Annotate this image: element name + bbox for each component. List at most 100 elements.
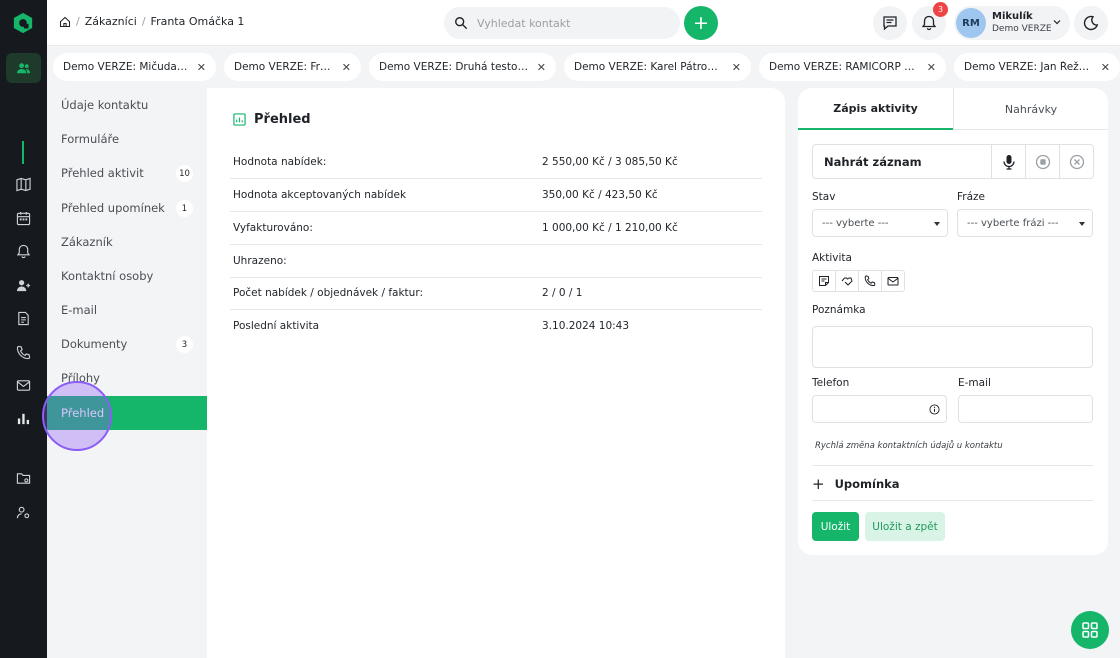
- breadcrumb-current: Franta Omáčka 1: [150, 15, 245, 28]
- menu-item-documents[interactable]: Dokumenty 3: [47, 327, 207, 361]
- menu-item-overview[interactable]: Přehled: [47, 396, 207, 430]
- add-button[interactable]: +: [684, 6, 718, 40]
- close-icon[interactable]: ✕: [334, 61, 351, 74]
- rail-stats-button[interactable]: [6, 403, 41, 433]
- user-name: Mikulík: [992, 11, 1033, 22]
- email-activity-button[interactable]: [881, 270, 905, 292]
- contact-tab[interactable]: Demo VERZE: Jan Řežábek ✕: [954, 53, 1120, 81]
- rail-user-settings-button[interactable]: [6, 497, 41, 527]
- plus-icon: +: [693, 12, 709, 34]
- plus-icon: +: [812, 475, 825, 493]
- stop-icon: [1035, 154, 1050, 169]
- note-textarea[interactable]: [812, 326, 1093, 368]
- messages-button[interactable]: [873, 6, 907, 40]
- user-org: Demo VERZE: [992, 24, 1052, 34]
- note-icon: [819, 276, 829, 286]
- cancel-record-button[interactable]: [1059, 145, 1093, 178]
- rail-folders-button[interactable]: [6, 463, 41, 493]
- rail-reminders-button[interactable]: [6, 236, 41, 266]
- apps-grid-button[interactable]: [1071, 611, 1109, 649]
- rail-calls-button[interactable]: [6, 337, 41, 367]
- phone-icon: [864, 275, 876, 287]
- email-input[interactable]: [958, 395, 1093, 423]
- menu-item-contact-persons[interactable]: Kontaktní osoby: [47, 259, 207, 293]
- divider: [812, 500, 1093, 501]
- contact-tab[interactable]: Demo VERZE: Karel Pátrovič... ✕: [564, 53, 751, 81]
- close-icon[interactable]: ✕: [1093, 61, 1110, 74]
- contact-tab[interactable]: Demo VERZE: Franta ✕: [224, 53, 361, 81]
- handshake-icon: [841, 277, 853, 286]
- search-icon: [455, 17, 468, 30]
- home-icon[interactable]: [59, 16, 71, 28]
- menu-item-contact-details[interactable]: Údaje kontaktu: [47, 88, 207, 122]
- menu-item-reminders[interactable]: Přehled upomínek 1: [47, 191, 207, 225]
- save-button[interactable]: Uložit: [812, 512, 859, 541]
- table-row: Hodnota akceptovaných nabídek 350,00 Kč /…: [230, 179, 762, 212]
- breadcrumb-customers[interactable]: Zákazníci: [85, 15, 137, 28]
- table-row: Uhrazeno:: [230, 245, 762, 278]
- close-icon[interactable]: ✕: [189, 61, 206, 74]
- tab-write-activity[interactable]: Zápis aktivity: [798, 88, 953, 130]
- notifications-button[interactable]: 3: [912, 2, 948, 40]
- theme-toggle-button[interactable]: [1074, 6, 1108, 40]
- rail-mail-button[interactable]: [6, 370, 41, 400]
- bell-icon: [16, 244, 31, 258]
- menu-item-customer[interactable]: Zákazník: [47, 225, 207, 259]
- close-circle-icon: [1069, 154, 1084, 169]
- contacts-icon: [16, 62, 31, 73]
- stop-button[interactable]: [1025, 145, 1059, 178]
- table-row: Hodnota nabídek: 2 550,00 Kč / 3 085,50 K…: [230, 146, 762, 179]
- phrase-label: Fráze: [957, 191, 985, 203]
- menu-item-forms[interactable]: Formuláře: [47, 122, 207, 156]
- contact-tab[interactable]: Demo VERZE: Druhá testova... ✕: [369, 53, 556, 81]
- user-menu[interactable]: RM Mikulík Demo VERZE: [954, 6, 1070, 40]
- rail-users-button[interactable]: [6, 270, 41, 300]
- contact-menu: Údaje kontaktu Formuláře Přehled aktivit…: [47, 88, 207, 658]
- record-control: Nahrát záznam: [812, 144, 1094, 179]
- calendar-icon: [16, 211, 31, 225]
- save-and-back-button[interactable]: Uložit a zpět: [865, 512, 945, 541]
- note-activity-button[interactable]: [812, 270, 836, 292]
- rail-map-button[interactable]: [6, 169, 41, 199]
- overview-panel: Přehled Hodnota nabídek: 2 550,00 Kč / 3 …: [207, 88, 785, 658]
- contact-tab[interactable]: Demo VERZE: RAMICORP s.r... ✕: [759, 53, 946, 81]
- phone-icon: [16, 345, 31, 359]
- contact-tabs: Demo VERZE: Mičuda a.s. ✕ Demo VERZE: Fra…: [47, 47, 1120, 88]
- reminder-toggle[interactable]: + Upomínka: [812, 475, 900, 493]
- table-row: Vyfakturováno: 1 000,00 Kč / 1 210,00 Kč: [230, 212, 762, 245]
- table-row: Poslední aktivita 3.10.2024 10:43: [233, 320, 630, 332]
- rail-contacts-button[interactable]: [6, 53, 41, 83]
- moon-icon: [1083, 15, 1099, 31]
- close-icon[interactable]: ✕: [724, 61, 741, 74]
- rail-documents-button[interactable]: [6, 303, 41, 333]
- menu-item-email[interactable]: E-mail: [47, 293, 207, 327]
- search-box[interactable]: [444, 7, 680, 39]
- count-badge: 3: [176, 336, 193, 353]
- phrase-select[interactable]: --- vyberte frázi ---: [957, 209, 1093, 237]
- contact-tab[interactable]: Demo VERZE: Mičuda a.s. ✕: [53, 53, 216, 81]
- left-rail: [0, 0, 47, 658]
- state-select[interactable]: --- vyberte ---: [812, 209, 948, 237]
- call-activity-button[interactable]: [858, 270, 882, 292]
- breadcrumb: / Zákazníci / Franta Omáčka 1: [59, 15, 244, 28]
- note-label: Poznámka: [812, 304, 866, 316]
- close-icon[interactable]: ✕: [529, 61, 546, 74]
- app-logo-icon[interactable]: [12, 12, 34, 34]
- user-settings-icon: [16, 506, 30, 518]
- activity-tabs: Zápis aktivity Nahrávky: [798, 88, 1108, 130]
- tab-recordings[interactable]: Nahrávky: [953, 88, 1108, 130]
- phone-input[interactable]: [812, 395, 947, 423]
- meeting-activity-button[interactable]: [835, 270, 859, 292]
- record-button[interactable]: [991, 145, 1025, 178]
- page-title: Přehled: [233, 112, 311, 127]
- activity-panel: Zápis aktivity Nahrávky Nahrát záznam St…: [798, 88, 1108, 555]
- search-input[interactable]: [477, 16, 657, 30]
- caret-down-icon: [934, 222, 940, 226]
- user-add-icon: [16, 279, 31, 291]
- mail-icon: [887, 277, 899, 286]
- menu-item-attachments[interactable]: Přílohy: [47, 361, 207, 395]
- menu-item-activities[interactable]: Přehled aktivit 10: [47, 156, 207, 190]
- close-icon[interactable]: ✕: [919, 61, 936, 74]
- folder-settings-icon: [16, 472, 31, 484]
- rail-calendar-button[interactable]: [6, 203, 41, 233]
